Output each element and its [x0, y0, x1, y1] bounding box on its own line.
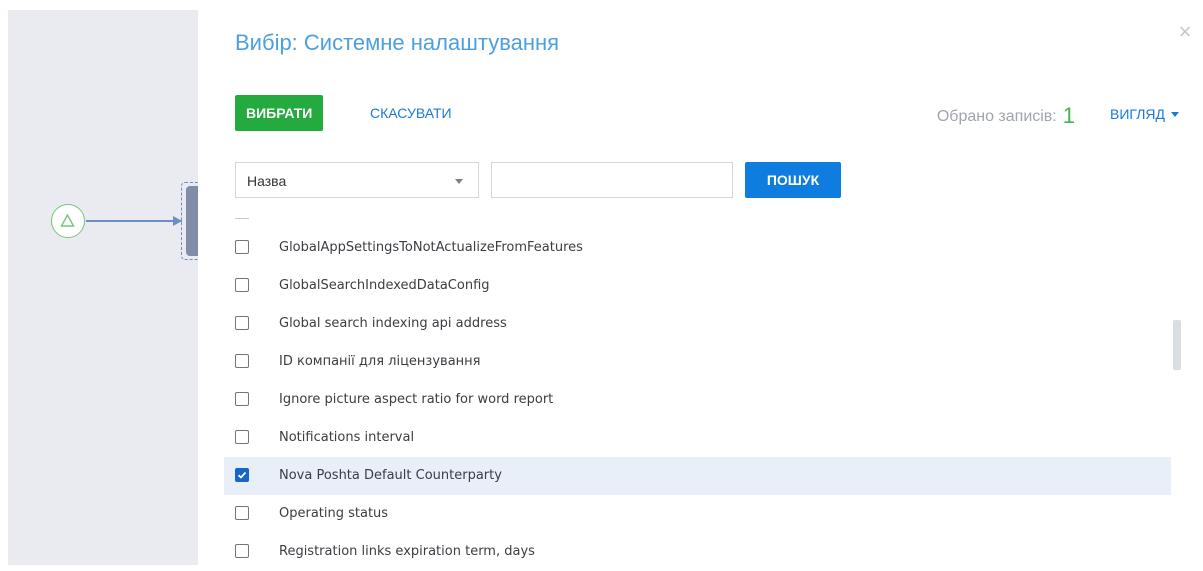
chevron-down-icon: [1171, 112, 1179, 117]
modal-title: Вибір: Системне налаштування: [235, 30, 560, 55]
cancel-button[interactable]: СКАСУВАТИ: [370, 95, 452, 131]
close-icon[interactable]: ×: [1175, 21, 1195, 43]
list-item-label: Ignore picture aspect ratio for word rep…: [279, 392, 554, 407]
list-item[interactable]: Notifications interval: [224, 419, 1171, 457]
checkbox[interactable]: [235, 392, 249, 406]
search-input[interactable]: [491, 162, 733, 198]
checkbox[interactable]: [235, 506, 249, 520]
selected-count-value: 1: [1062, 103, 1075, 128]
search-button[interactable]: ПОШУК: [745, 162, 841, 198]
checkbox[interactable]: [235, 240, 249, 254]
search-field-select[interactable]: Назва: [235, 162, 479, 198]
view-menu-label: ВИГЛЯД: [1110, 106, 1165, 122]
list-item-label: Nova Poshta Default Counterparty: [279, 468, 502, 483]
checkbox[interactable]: [235, 354, 249, 368]
start-event-icon[interactable]: [51, 204, 85, 238]
chevron-down-icon: [455, 179, 463, 184]
list-item-label: GlobalAppSettingsToNotActualizeFromFeatu…: [279, 240, 583, 255]
list-scrollbar[interactable]: [1173, 320, 1181, 370]
list-item[interactable]: Global search indexing api address: [224, 305, 1171, 343]
list-item-selected[interactable]: Nova Poshta Default Counterparty: [224, 457, 1171, 495]
triangle-icon: [60, 213, 75, 227]
list-item-label: Registration links expiration term, days: [279, 544, 535, 559]
sequence-flow: [86, 220, 182, 222]
lookup-modal: × Вибір: Системне налаштування ВИБРАТИ С…: [198, 0, 1203, 565]
list-item[interactable]: Ignore picture aspect ratio for word rep…: [224, 381, 1171, 419]
list-item-label: ID компанії для ліцензування: [279, 354, 481, 369]
list-item[interactable]: Registration links expiration term, days: [224, 533, 1171, 571]
list-item[interactable]: Operating status: [224, 495, 1171, 533]
list-item[interactable]: ID компанії для ліцензування: [224, 343, 1171, 381]
checkbox[interactable]: [235, 544, 249, 558]
selected-count-label: Обрано записів:: [936, 108, 1057, 125]
view-menu-button[interactable]: ВИГЛЯД: [1110, 106, 1179, 122]
checkmark-icon: [237, 471, 247, 479]
selected-count: Обрано записів: 1: [937, 103, 1075, 129]
search-field-value: Назва: [247, 173, 287, 189]
process-designer-canvas: [8, 10, 198, 565]
list-item-label: Operating status: [279, 506, 389, 521]
checkbox-checked[interactable]: [235, 468, 249, 482]
list-item-label: Notifications interval: [279, 430, 415, 445]
list-item-label: GlobalSearchIndexedDataConfig: [279, 278, 490, 293]
checkbox[interactable]: [235, 430, 249, 444]
select-button[interactable]: ВИБРАТИ: [235, 95, 324, 131]
records-list: GlobalAppSettingsToNotActualizeFromFeatu…: [224, 229, 1171, 571]
list-item-label: Global search indexing api address: [279, 316, 507, 331]
checkbox[interactable]: [235, 278, 249, 292]
list-item[interactable]: GlobalAppSettingsToNotActualizeFromFeatu…: [224, 229, 1171, 267]
list-divider: [235, 218, 249, 219]
list-item[interactable]: GlobalSearchIndexedDataConfig: [224, 267, 1171, 305]
checkbox[interactable]: [235, 316, 249, 330]
